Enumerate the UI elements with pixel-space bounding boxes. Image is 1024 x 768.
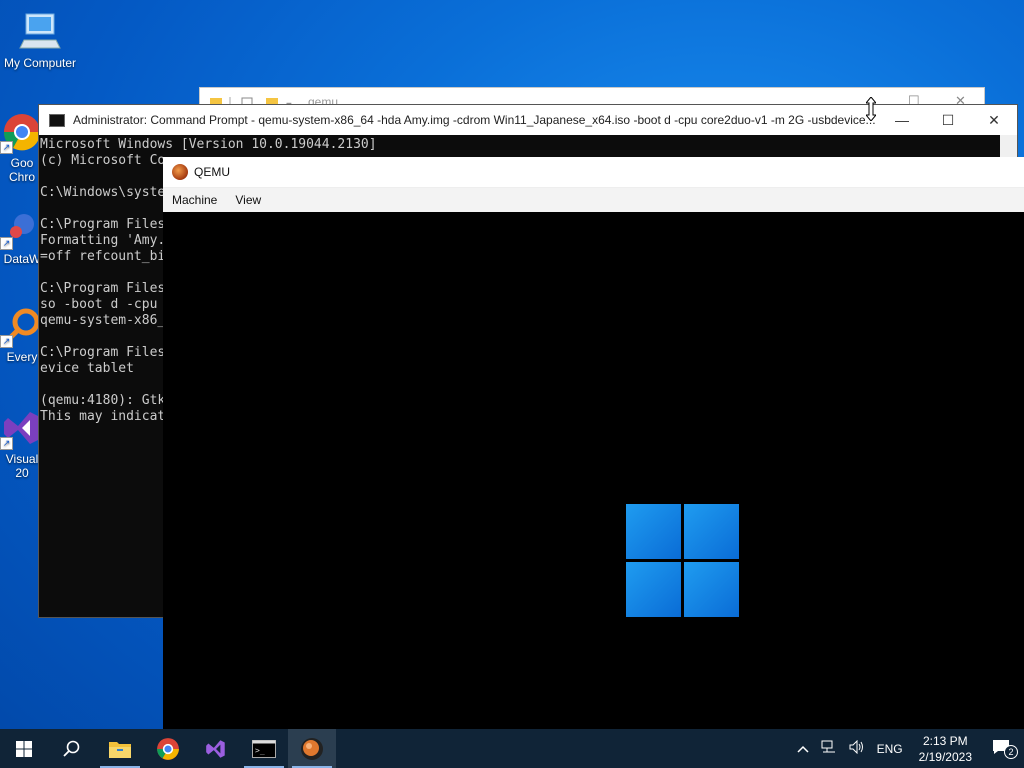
desktop-icon-my-computer[interactable]: My Computer <box>0 10 80 70</box>
language-indicator[interactable]: ENG <box>871 742 909 756</box>
clock-time: 2:13 PM <box>922 733 968 748</box>
qemu-window[interactable]: QEMU Machine View <box>163 157 1024 729</box>
taskbar-chrome[interactable] <box>144 729 192 768</box>
shortcut-arrow-icon: ↗ <box>0 237 13 250</box>
shortcut-arrow-icon: ↗ <box>0 335 13 348</box>
cmd-title: Administrator: Command Prompt - qemu-sys… <box>73 113 876 127</box>
console-line: Microsoft Windows [Version 10.0.19044.21… <box>40 137 377 152</box>
search-button[interactable] <box>48 729 96 768</box>
taskbar-qemu[interactable] <box>288 729 336 768</box>
volume-icon[interactable] <box>843 739 871 757</box>
taskbar-file-explorer[interactable] <box>96 729 144 768</box>
cmd-minimize-button[interactable]: — <box>879 105 925 135</box>
qemu-menubar: Machine View <box>163 188 1024 212</box>
qemu-icon <box>301 737 323 760</box>
clock[interactable]: 2:13 PM 2/19/2023 <box>909 733 982 765</box>
network-icon[interactable] <box>815 740 843 757</box>
folder-icon <box>109 741 131 758</box>
qemu-title: QEMU <box>194 165 230 179</box>
notification-badge: 2 <box>1004 745 1018 759</box>
search-icon <box>63 740 80 757</box>
taskbar-command-prompt[interactable]: >_ <box>240 729 288 768</box>
qemu-icon <box>172 164 188 180</box>
clock-date: 2/19/2023 <box>918 749 972 764</box>
chrome-icon <box>157 737 179 760</box>
windows-start-icon <box>16 740 32 757</box>
tray-overflow-chevron-icon[interactable] <box>791 742 815 756</box>
menu-machine[interactable]: Machine <box>163 193 226 207</box>
taskbar: >_ ENG 2:13 PM 2/19/2023 2 <box>0 729 1024 768</box>
qemu-titlebar[interactable]: QEMU <box>163 157 1024 188</box>
notification-center-button[interactable]: 2 <box>982 739 1024 759</box>
taskbar-visual-studio[interactable] <box>192 729 240 768</box>
visual-studio-icon <box>206 739 225 758</box>
svg-text:>_: >_ <box>255 746 265 755</box>
cmd-maximize-button[interactable]: ☐ <box>925 105 971 135</box>
windows-logo-icon <box>626 504 740 618</box>
start-button[interactable] <box>0 729 48 768</box>
shortcut-arrow-icon: ↗ <box>0 141 13 154</box>
system-tray: ENG 2:13 PM 2/19/2023 2 <box>791 729 1024 768</box>
shortcut-arrow-icon: ↗ <box>0 437 13 450</box>
qemu-guest-display[interactable] <box>163 212 1024 729</box>
cmd-close-button[interactable]: ✕ <box>971 105 1017 135</box>
desktop-icon-label: My Computer <box>3 56 77 70</box>
command-prompt-icon <box>49 113 65 127</box>
menu-view[interactable]: View <box>226 193 270 207</box>
computer-icon <box>18 10 62 54</box>
command-prompt-icon: >_ <box>252 739 276 758</box>
resize-cursor-icon <box>866 97 876 121</box>
